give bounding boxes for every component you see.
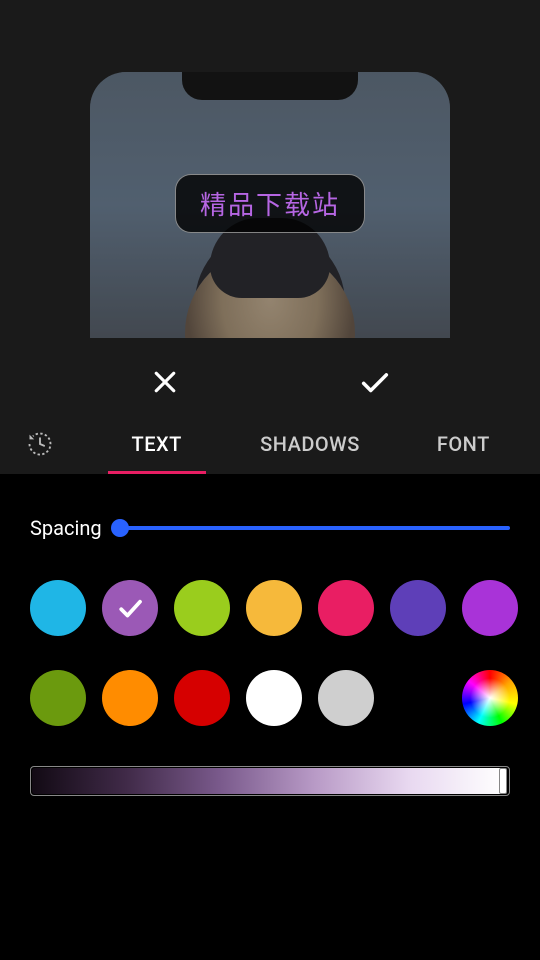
preview-area: 精品下载站	[0, 0, 540, 338]
color-swatch-7[interactable]	[30, 670, 86, 726]
color-swatch-4[interactable]	[318, 580, 374, 636]
tab-font[interactable]: FONT	[387, 414, 540, 474]
spacing-slider[interactable]	[120, 526, 510, 530]
color-swatch-5[interactable]	[390, 580, 446, 636]
color-swatch-11[interactable]	[318, 670, 374, 726]
color-swatch-0[interactable]	[30, 580, 86, 636]
check-icon	[358, 365, 392, 399]
color-swatch-2[interactable]	[174, 580, 230, 636]
confirm-button[interactable]	[351, 358, 399, 406]
brightness-handle[interactable]	[499, 768, 507, 794]
color-swatch-8[interactable]	[102, 670, 158, 726]
color-swatch-1[interactable]	[102, 580, 158, 636]
color-swatch-9[interactable]	[174, 670, 230, 726]
tab-text[interactable]: TEXT	[80, 414, 233, 474]
color-swatch-grid	[30, 580, 510, 726]
close-button[interactable]	[141, 358, 189, 406]
history-button[interactable]	[0, 414, 80, 474]
spacing-control: Spacing	[30, 516, 510, 540]
color-swatch-12[interactable]	[390, 670, 446, 726]
color-swatch-3[interactable]	[246, 580, 302, 636]
phone-mockup: 精品下载站	[90, 72, 450, 338]
color-swatch-6[interactable]	[462, 580, 518, 636]
brightness-gradient	[32, 768, 503, 794]
options-panel: Spacing	[0, 474, 540, 960]
brightness-slider[interactable]	[30, 766, 510, 796]
close-icon	[150, 367, 180, 397]
spacing-slider-thumb[interactable]	[111, 519, 129, 537]
check-icon	[115, 593, 145, 623]
text-element[interactable]: 精品下载站	[175, 174, 365, 233]
tab-bar: TEXT SHADOWS FONT	[0, 414, 540, 474]
action-row	[0, 338, 540, 414]
color-picker-swatch[interactable]	[462, 670, 518, 726]
history-icon	[26, 430, 54, 458]
spacing-label: Spacing	[30, 516, 102, 540]
color-swatch-10[interactable]	[246, 670, 302, 726]
tab-shadows[interactable]: SHADOWS	[233, 414, 386, 474]
